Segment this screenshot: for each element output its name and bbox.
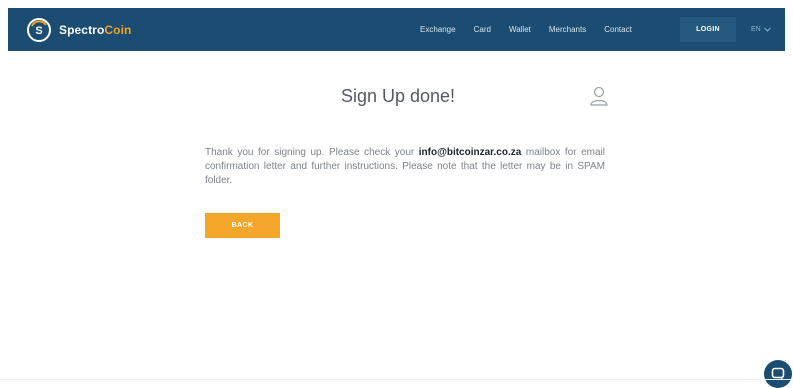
spectrocoin-logo-icon: S bbox=[27, 17, 51, 42]
chat-launcher-button[interactable] bbox=[764, 360, 792, 388]
nav-item-merchants[interactable]: Merchants bbox=[549, 25, 586, 34]
main-nav: Exchange Card Wallet Merchants Contact bbox=[420, 8, 650, 51]
nav-item-card[interactable]: Card bbox=[474, 25, 491, 34]
confirmation-message: Thank you for signing up. Please check y… bbox=[205, 146, 605, 188]
nav-item-exchange[interactable]: Exchange bbox=[420, 25, 456, 34]
page-title: Sign Up done! bbox=[340, 86, 456, 106]
language-label: EN bbox=[751, 26, 761, 33]
chevron-down-icon bbox=[763, 27, 771, 32]
top-navigation-bar: S SpectroCoin Exchange Card Wallet Merch… bbox=[8, 8, 785, 51]
language-selector[interactable]: EN bbox=[751, 8, 771, 51]
login-button[interactable]: LOGIN bbox=[680, 17, 736, 42]
brand-name-part1: Spectro bbox=[59, 22, 105, 37]
user-icon[interactable] bbox=[589, 85, 609, 107]
page: S SpectroCoin Exchange Card Wallet Merch… bbox=[8, 8, 792, 388]
email-address: info@bitcoinzar.co.za bbox=[418, 147, 522, 158]
brand-logo-link[interactable]: S SpectroCoin bbox=[26, 17, 131, 43]
brand-name: SpectroCoin bbox=[59, 23, 131, 37]
message-text-before: Thank you for signing up. Please check y… bbox=[205, 147, 419, 158]
back-button[interactable]: BACK bbox=[205, 213, 280, 238]
nav-item-contact[interactable]: Contact bbox=[604, 25, 632, 34]
nav-item-wallet[interactable]: Wallet bbox=[509, 25, 531, 34]
page-bottom-divider bbox=[0, 379, 793, 380]
brand-name-part2: Coin bbox=[104, 22, 132, 37]
svg-text:S: S bbox=[35, 25, 42, 37]
